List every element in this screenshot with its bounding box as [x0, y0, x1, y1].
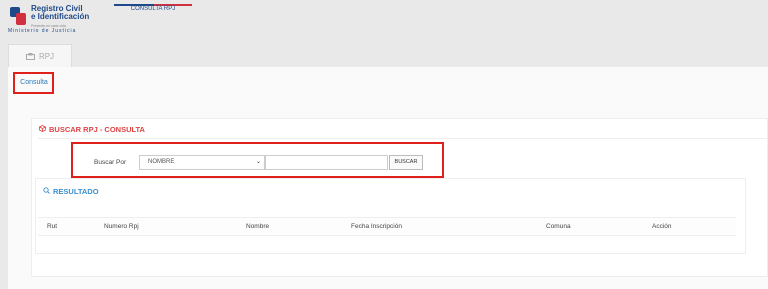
logo-line2: e Identificación [31, 12, 90, 21]
search-panel-title: BUSCAR RPJ - CONSULTA [39, 125, 145, 134]
nav-consulta-rpj[interactable]: CONSULTA RPJ [114, 6, 192, 12]
cube-icon [39, 125, 46, 134]
results-table-header: Rut Numero Rpj Nombre Fecha Inscripción … [38, 217, 736, 236]
chevron-down-icon: ⌄ [255, 159, 261, 165]
search-panel-title-text: BUSCAR RPJ - CONSULTA [49, 125, 145, 134]
tab-rpj[interactable]: RPJ [8, 44, 72, 68]
briefcase-icon [25, 53, 35, 60]
col-comuna[interactable]: Comuna [546, 223, 571, 230]
results-title-text: RESULTADO [53, 187, 99, 196]
results-title: RESULTADO [43, 187, 99, 196]
buscar-por-select[interactable]: NOMBRE ⌄ [139, 155, 265, 170]
search-icon [43, 187, 50, 196]
col-accion[interactable]: Acción [652, 223, 672, 230]
app-header: Registro Civil e Identificación Presente… [0, 0, 768, 66]
col-fecha-inscripcion[interactable]: Fecha Inscripción [351, 223, 402, 230]
results-panel [35, 178, 746, 254]
buscar-por-label: Buscar Por [94, 159, 127, 166]
col-rut[interactable]: Rut [47, 223, 57, 230]
col-numero-rpj[interactable]: Numero Rpj [104, 223, 139, 230]
menu-item-consulta[interactable]: Consulta [14, 74, 54, 92]
buscar-button[interactable]: BUSCAR [389, 155, 423, 170]
select-value: NOMBRE [148, 159, 175, 165]
col-nombre[interactable]: Nombre [246, 223, 269, 230]
divider [38, 138, 768, 139]
search-input[interactable] [265, 155, 388, 170]
registro-civil-logo[interactable]: Registro Civil e Identificación Presente… [8, 5, 89, 30]
tab-label: RPJ [38, 52, 55, 61]
ministry-label: Ministerio de Justicia [8, 28, 77, 34]
logo-mark-icon [8, 5, 28, 27]
